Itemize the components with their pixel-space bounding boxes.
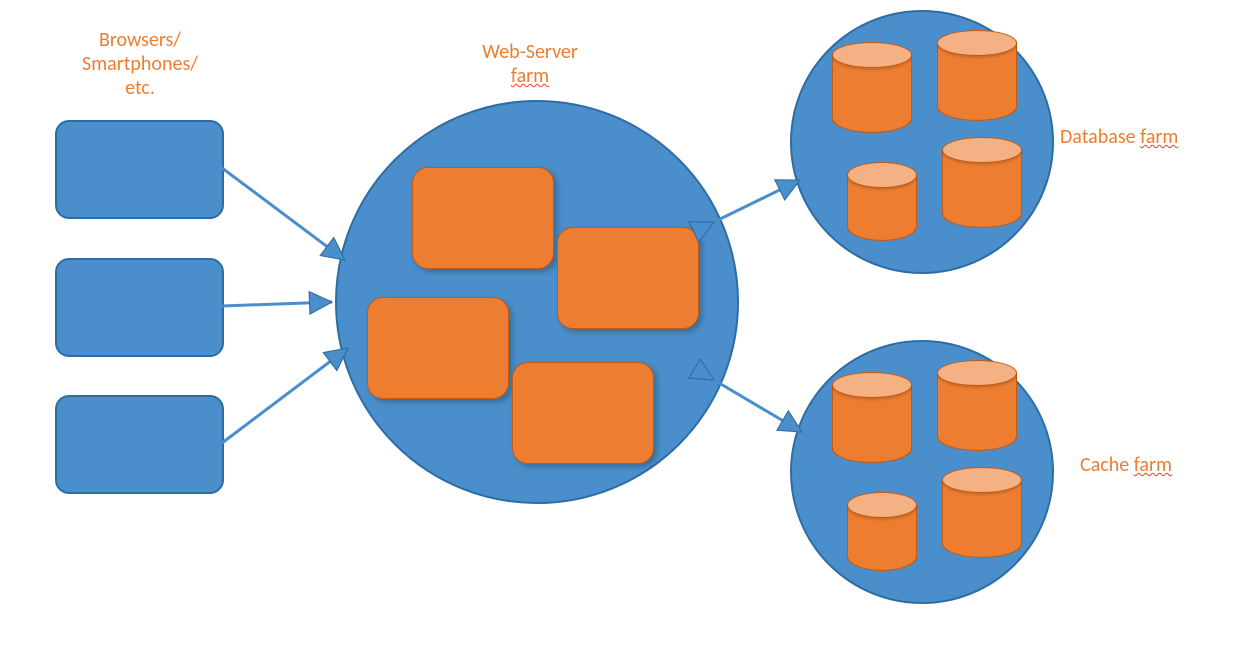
clients-label-line2: Smartphones/ (82, 52, 198, 76)
server-node (512, 362, 654, 464)
clients-label-line1: Browsers/ (99, 28, 181, 52)
server-node (557, 227, 699, 329)
client-box (55, 258, 224, 357)
cache-farm-circle (790, 340, 1054, 604)
database-label: Database farm (1060, 125, 1230, 149)
client-box (55, 120, 224, 219)
arrow-web-cache (714, 380, 802, 432)
clients-label-line3: etc. (125, 76, 155, 100)
cache-label-word: farm (1134, 453, 1172, 477)
webserver-label-line2: farm (511, 64, 549, 88)
server-node (367, 297, 509, 399)
cache-cylinder (937, 360, 1017, 450)
webserver-label: Web-Server farm (450, 40, 610, 88)
database-cylinder (937, 30, 1017, 120)
client-box (55, 395, 224, 494)
cache-label: Cache farm (1080, 453, 1230, 477)
database-label-word: farm (1140, 125, 1178, 149)
cache-cylinder (847, 492, 917, 570)
database-cylinder (832, 42, 912, 132)
cache-label-prefix: Cache (1080, 453, 1134, 477)
database-label-prefix: Database (1060, 125, 1140, 149)
database-farm-circle (790, 10, 1054, 274)
webserver-label-line1: Web-Server (482, 40, 578, 64)
webserver-farm-circle (335, 100, 739, 504)
clients-label: Browsers/ Smartphones/ etc. (60, 28, 220, 100)
cache-cylinder (942, 467, 1022, 557)
arrow-client-to-web (222, 168, 345, 260)
arrow-client-to-web (222, 348, 348, 443)
arrow-client-to-web (222, 302, 332, 306)
database-cylinder (847, 162, 917, 240)
arrow-web-db (714, 180, 800, 222)
database-cylinder (942, 137, 1022, 227)
cache-cylinder (832, 372, 912, 462)
server-node (412, 167, 554, 269)
